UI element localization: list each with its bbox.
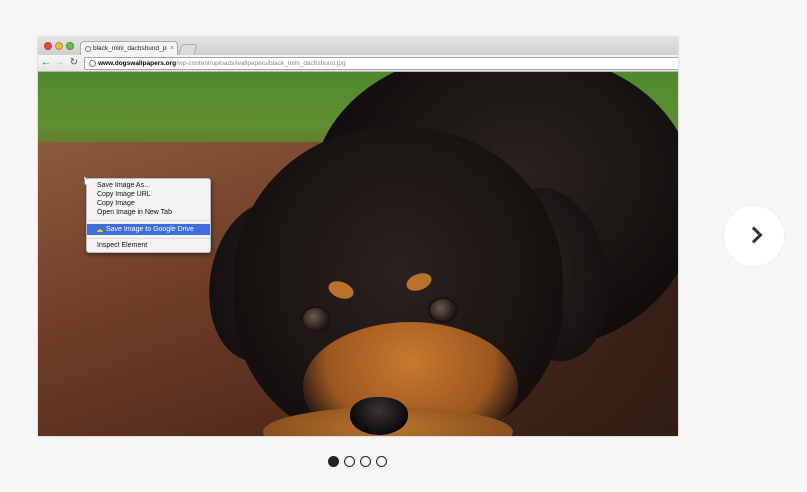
- forward-arrow-icon[interactable]: →: [53, 56, 65, 69]
- tab-bar: black_mini_dachshund_pupp ×: [38, 37, 678, 56]
- puppy-nose: [350, 397, 408, 435]
- reload-icon[interactable]: ↻: [68, 56, 80, 69]
- carousel-next-button[interactable]: [724, 206, 784, 266]
- menu-item-inspect-element[interactable]: Inspect Element: [87, 241, 210, 250]
- page-favicon-icon: [85, 46, 91, 52]
- puppy-left-eye: [301, 306, 331, 332]
- image-context-menu: Save Image As... Copy Image URL Copy Ima…: [86, 178, 211, 253]
- new-tab-button[interactable]: [178, 44, 198, 55]
- menu-item-copy-image-url[interactable]: Copy Image URL: [87, 190, 210, 199]
- chevron-right-icon: [745, 226, 763, 244]
- menu-item-open-image-new-tab[interactable]: Open Image in New Tab: [87, 208, 210, 217]
- url-text: www.dogswallpapers.org/wp-content/upload…: [98, 58, 346, 69]
- menu-item-copy-image[interactable]: Copy Image: [87, 199, 210, 208]
- carousel-dot-3[interactable]: [360, 456, 371, 467]
- page-info-icon[interactable]: [89, 60, 96, 67]
- url-path: /wp-content/uploads/wallpapers/black_min…: [176, 60, 346, 67]
- puppy-right-eye: [428, 297, 458, 323]
- tab-title: black_mini_dachshund_pupp: [93, 45, 167, 52]
- url-host: www.dogswallpapers.org: [98, 60, 177, 67]
- tab-close-icon[interactable]: ×: [170, 42, 174, 56]
- menu-divider: [87, 238, 210, 239]
- google-drive-icon: [97, 226, 103, 232]
- window-maximize-icon[interactable]: [66, 42, 74, 50]
- carousel-dot-2[interactable]: [344, 456, 355, 467]
- browser-window: black_mini_dachshund_pupp × ← → ↻ www.do…: [38, 37, 678, 436]
- browser-toolbar: ← → ↻ www.dogswallpapers.org/wp-content/…: [38, 55, 678, 72]
- window-minimize-icon[interactable]: [55, 42, 63, 50]
- carousel-dot-4[interactable]: [376, 456, 387, 467]
- menu-item-save-to-google-drive[interactable]: Save Image to Google Drive: [87, 224, 210, 235]
- address-bar[interactable]: www.dogswallpapers.org/wp-content/upload…: [84, 57, 678, 70]
- window-close-icon[interactable]: [44, 42, 52, 50]
- menu-divider: [87, 220, 210, 221]
- menu-item-save-image-as[interactable]: Save Image As...: [87, 181, 210, 190]
- menu-item-label: Save Image to Google Drive: [106, 226, 194, 233]
- back-arrow-icon[interactable]: ←: [40, 56, 52, 69]
- carousel-dot-1[interactable]: [328, 456, 339, 467]
- carousel-pagination: [328, 456, 390, 468]
- image-viewport[interactable]: Save Image As... Copy Image URL Copy Ima…: [38, 72, 678, 436]
- browser-tab[interactable]: black_mini_dachshund_pupp ×: [80, 41, 178, 56]
